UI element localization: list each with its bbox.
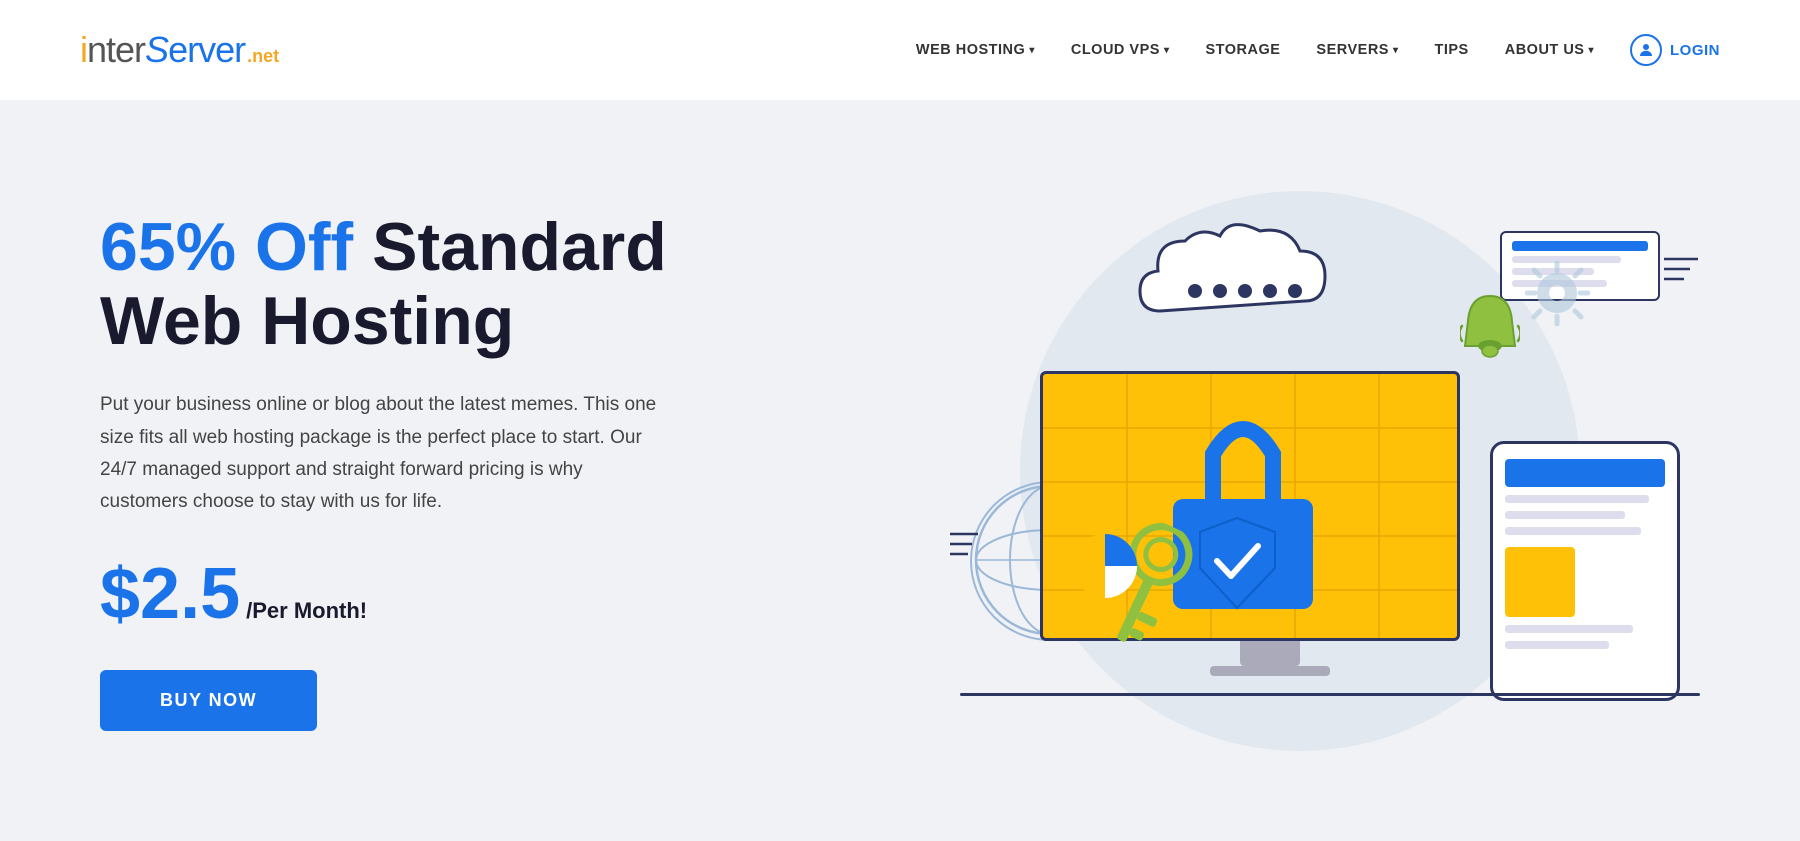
gear-icon	[1525, 261, 1590, 340]
price-amount: $2.5	[100, 558, 240, 630]
chevron-down-icon: ▾	[1164, 45, 1170, 56]
price-period: /Per Month!	[246, 598, 367, 624]
hero-title: 65% Off StandardWeb Hosting	[100, 210, 667, 360]
logo-server: erver	[168, 29, 245, 71]
hero-text-block: 65% Off StandardWeb Hosting Put your bus…	[100, 210, 667, 732]
buy-now-button[interactable]: BUY NOW	[100, 670, 317, 731]
nav-servers[interactable]: SERVERS ▾	[1316, 42, 1398, 58]
bell-icon	[1460, 291, 1520, 366]
login-button[interactable]: LOGIN	[1630, 34, 1720, 66]
nav-storage[interactable]: STORAGE	[1205, 42, 1280, 58]
hero-section: 65% Off StandardWeb Hosting Put your bus…	[0, 100, 1800, 841]
cloud-icon	[1130, 221, 1350, 336]
hero-illustration	[940, 171, 1720, 771]
chevron-down-icon: ▾	[1588, 45, 1594, 56]
user-icon	[1630, 34, 1662, 66]
nav-cloud-vps[interactable]: CLOUD VPS ▾	[1071, 42, 1170, 58]
chevron-down-icon: ▾	[1393, 45, 1399, 56]
decorative-lines-right	[1664, 251, 1700, 296]
nav-about-us[interactable]: ABOUT US ▾	[1505, 42, 1594, 58]
shield-icon	[1195, 516, 1280, 616]
nav-tips[interactable]: TIPS	[1435, 42, 1469, 58]
decorative-lines-left	[950, 526, 980, 571]
chevron-down-icon: ▾	[1029, 45, 1035, 56]
hero-price: $2.5 /Per Month!	[100, 558, 667, 630]
pie-chart-icon	[1070, 531, 1140, 606]
tablet-icon	[1490, 441, 1690, 711]
main-nav: WEB HOSTING ▾ CLOUD VPS ▾ STORAGE SERVER…	[916, 34, 1720, 66]
logo-tld: .net	[247, 46, 279, 67]
hero-description: Put your business online or blog about t…	[100, 389, 660, 518]
logo-inter: interS	[80, 29, 168, 71]
logo[interactable]: interS erver .net	[80, 29, 279, 71]
nav-web-hosting[interactable]: WEB HOSTING ▾	[916, 42, 1035, 58]
bottom-line	[960, 693, 1700, 696]
header: interS erver .net WEB HOSTING ▾ CLOUD VP…	[0, 0, 1800, 100]
